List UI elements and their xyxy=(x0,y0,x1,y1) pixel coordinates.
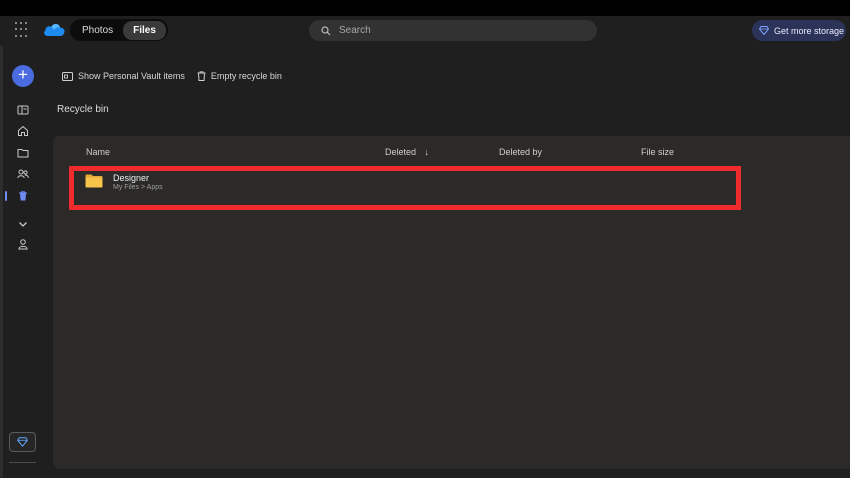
people-icon[interactable] xyxy=(17,168,29,180)
column-header-name[interactable]: Name xyxy=(86,147,110,157)
get-more-storage-button[interactable]: Get more storage xyxy=(752,20,846,41)
tab-photos[interactable]: Photos xyxy=(72,21,123,40)
active-nav-indicator xyxy=(5,191,7,201)
column-header-file-size[interactable]: File size xyxy=(641,147,674,157)
empty-recycle-bin-button[interactable]: Empty recycle bin xyxy=(197,71,282,81)
search-placeholder: Search xyxy=(339,25,371,36)
photos-files-switcher: Photos Files xyxy=(70,19,168,41)
tab-files[interactable]: Files xyxy=(123,20,166,40)
folder-icon[interactable] xyxy=(17,147,29,159)
sidebar: + xyxy=(0,46,46,478)
premium-button[interactable] xyxy=(9,432,36,452)
search-icon xyxy=(321,25,331,35)
chevron-down-icon[interactable] xyxy=(17,218,29,230)
column-header-deleted[interactable]: Deleted ↓ xyxy=(385,147,429,157)
trash-icon xyxy=(197,71,206,81)
diamond-icon xyxy=(759,26,769,35)
app-header: Photos Files Search Get more storage xyxy=(0,16,850,46)
sidebar-divider xyxy=(9,462,36,463)
trash-icon[interactable] xyxy=(17,190,29,202)
person-icon[interactable] xyxy=(17,238,29,250)
search-box[interactable]: Search xyxy=(309,20,597,41)
command-bar: Show Personal Vault items Empty recycle … xyxy=(62,68,282,84)
sort-arrow-icon: ↓ xyxy=(424,147,430,157)
app-launcher-icon[interactable] xyxy=(15,22,31,38)
storage-label: Get more storage xyxy=(774,25,845,36)
column-header-deleted-by[interactable]: Deleted by xyxy=(499,147,542,157)
column-header-deleted-label: Deleted xyxy=(385,147,417,157)
home-icon[interactable] xyxy=(17,125,29,137)
diamond-icon xyxy=(17,437,28,447)
onedrive-logo-icon[interactable] xyxy=(42,21,66,37)
create-add-button[interactable]: + xyxy=(12,65,34,87)
show-personal-vault-button[interactable]: Show Personal Vault items xyxy=(62,71,185,81)
page-title: Recycle bin xyxy=(57,104,109,115)
empty-label: Empty recycle bin xyxy=(210,71,282,81)
top-black-strip xyxy=(0,0,850,16)
highlight-box xyxy=(69,166,741,210)
vault-label: Show Personal Vault items xyxy=(78,71,185,81)
vault-icon xyxy=(62,71,73,81)
library-icon[interactable] xyxy=(17,104,29,116)
